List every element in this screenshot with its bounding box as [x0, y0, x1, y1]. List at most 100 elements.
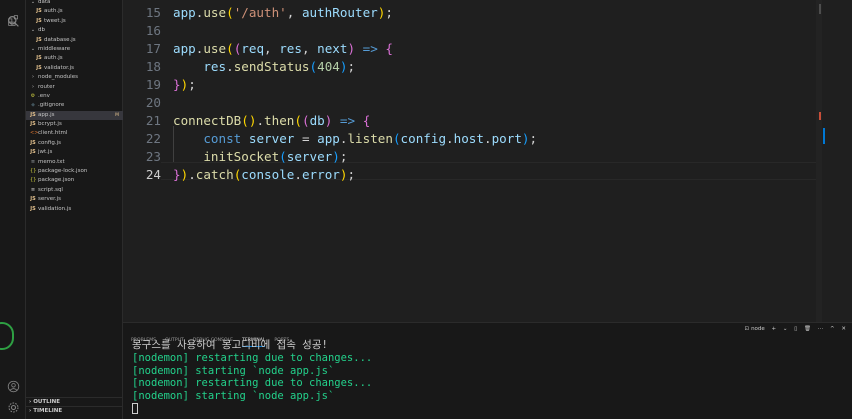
code-line[interactable]: 24}).catch(console.error);	[123, 166, 773, 184]
line-number: 22	[145, 131, 161, 146]
code-token: (	[301, 113, 310, 128]
code-token: =>	[339, 113, 356, 128]
code-line[interactable]: 16	[123, 22, 773, 40]
tree-item[interactable]: › router	[26, 83, 123, 92]
js-file-icon: JS	[30, 205, 36, 212]
tree-item[interactable]: JS validator.js	[26, 64, 123, 73]
code-token: ;	[347, 59, 356, 74]
tree-item[interactable]: JS app.js M	[26, 110, 123, 121]
sql-file-icon: ≡	[30, 186, 36, 193]
tree-item[interactable]: › node_modules	[26, 73, 123, 82]
timeline-section[interactable]: › TIMELINE	[26, 406, 123, 415]
tree-item-label: bcrypt.js	[38, 121, 62, 128]
code-line[interactable]: 22 const server = app. listen(config.host…	[123, 130, 773, 148]
js-file-icon: JS	[30, 139, 36, 146]
add-terminal-icon[interactable]: +	[772, 326, 777, 332]
json-file-icon: {}	[30, 168, 37, 175]
terminal-line: [nodemon] starting `node app.js`	[132, 364, 335, 377]
account-icon[interactable]	[7, 378, 20, 393]
close-icon[interactable]: ✕	[841, 326, 846, 332]
chevron-down-icon[interactable]: ⌄	[783, 326, 788, 332]
js-file-icon: JS	[36, 55, 42, 62]
code-token: db	[309, 113, 325, 128]
code-token: listen	[347, 131, 393, 146]
code-token: config	[400, 131, 447, 146]
tree-item[interactable]: ≡ memo.txt	[26, 158, 123, 167]
outline-section[interactable]: › OUTLINE	[26, 397, 123, 406]
chevron-down-icon: ⌄	[30, 0, 36, 5]
code-line[interactable]: 18 res.sendStatus(404);	[123, 58, 773, 76]
code-token: authRouter	[301, 5, 378, 20]
code-token: .	[294, 167, 302, 182]
tree-item-label: auth.js	[44, 8, 63, 15]
js-file-icon: JS	[30, 121, 36, 128]
remote-indicator[interactable]	[0, 322, 14, 350]
tree-item[interactable]: JS validation.js	[26, 205, 123, 214]
line-number: 18	[145, 59, 161, 74]
tree-item[interactable]: ⌄ middleware	[26, 45, 123, 54]
code-token: error	[301, 167, 340, 182]
more-actions-icon[interactable]: ⋯	[818, 326, 824, 332]
tree-item[interactable]: {} package-lock.json	[26, 167, 123, 176]
panel-tabs: PROBLEMS OUTPUT DEBUG CONSOLE TERMINAL PORTS	[131, 326, 298, 347]
code-line[interactable]: 20	[123, 94, 773, 112]
tree-item[interactable]: JS auth.js	[26, 7, 123, 16]
json-file-icon: {}	[30, 177, 37, 184]
code-line[interactable]: 15 app.use('/auth', authRouter);	[123, 4, 773, 22]
code-line[interactable]: 23 initSocket(server);	[123, 148, 773, 166]
code-line[interactable]: 19});	[123, 76, 773, 94]
tree-item[interactable]: ⌄ db	[26, 26, 123, 35]
extensions-icon[interactable]	[7, 12, 20, 26]
tree-item[interactable]: ⚙ .env	[26, 92, 123, 101]
line-number: 19	[145, 77, 161, 92]
code-token: sendStatus	[233, 59, 310, 74]
code-token: (	[226, 5, 234, 20]
tree-item[interactable]: JS database.js	[26, 36, 123, 45]
tree-item[interactable]: JS config.js	[26, 139, 123, 148]
tree-item-label: node_modules	[38, 74, 78, 81]
tree-item[interactable]: JS tweet.js	[26, 17, 123, 26]
tree-item[interactable]: JS bcrypt.js	[26, 120, 123, 129]
editor-scrollbar[interactable]	[816, 0, 822, 322]
tree-item[interactable]: ◆ .gitignore	[26, 101, 123, 110]
tree-item-label: router	[38, 83, 55, 90]
tree-item[interactable]: {} package.json	[26, 176, 123, 185]
code-token: )	[521, 131, 530, 146]
code-token: ;	[339, 149, 348, 164]
code-token: connectDB	[173, 113, 242, 128]
code-token: host	[453, 131, 484, 146]
terminal-line: 몽구스를 사용하여 몽고디비에 접속 성공!	[132, 339, 328, 351]
terminal-prompt[interactable]	[132, 403, 372, 416]
line-number: 23	[145, 149, 161, 164]
tree-item[interactable]: JS auth.js	[26, 54, 123, 63]
tree-item-label: validator.js	[44, 64, 74, 71]
code-editor[interactable]: 15 app.use('/auth', authRouter); 16 17 app.u…	[123, 0, 852, 322]
code-token: {	[362, 113, 371, 128]
tree-item[interactable]: JS jwt.js	[26, 148, 123, 157]
terminal-output[interactable]: 몽구스를 사용하여 몽고디비에 접속 성공! [nodemon] restarti…	[132, 339, 372, 416]
code-token: res	[279, 41, 302, 56]
tree-item-label: .gitignore	[38, 102, 65, 109]
code-line[interactable]: 21 connectDB().then((db) => {	[123, 112, 773, 130]
code-token: ;	[385, 5, 393, 20]
split-terminal-icon[interactable]: ▯	[794, 326, 797, 332]
tree-item[interactable]: <>client.html	[26, 129, 123, 138]
code-line[interactable]: 17 app.use((req, res, next) => {	[123, 40, 773, 58]
maximize-panel-icon[interactable]: ^	[830, 326, 835, 332]
js-file-icon: JS	[36, 8, 42, 15]
tree-item[interactable]: JS server.js	[26, 195, 123, 204]
gear-icon[interactable]	[7, 399, 20, 413]
tree-item[interactable]: ≡ script.sql	[26, 186, 123, 195]
code-token: port	[491, 131, 522, 146]
tree-item[interactable]: ⌄ data	[26, 0, 123, 7]
code-text: app.use('/auth', authRouter);	[173, 4, 393, 22]
trash-icon[interactable]: 🗑	[804, 326, 811, 332]
code-token: console	[241, 167, 295, 182]
code-token: =>	[362, 41, 378, 56]
shell-label[interactable]: node	[751, 326, 765, 332]
code-token: )	[332, 149, 340, 164]
js-file-icon: JS	[30, 111, 36, 118]
